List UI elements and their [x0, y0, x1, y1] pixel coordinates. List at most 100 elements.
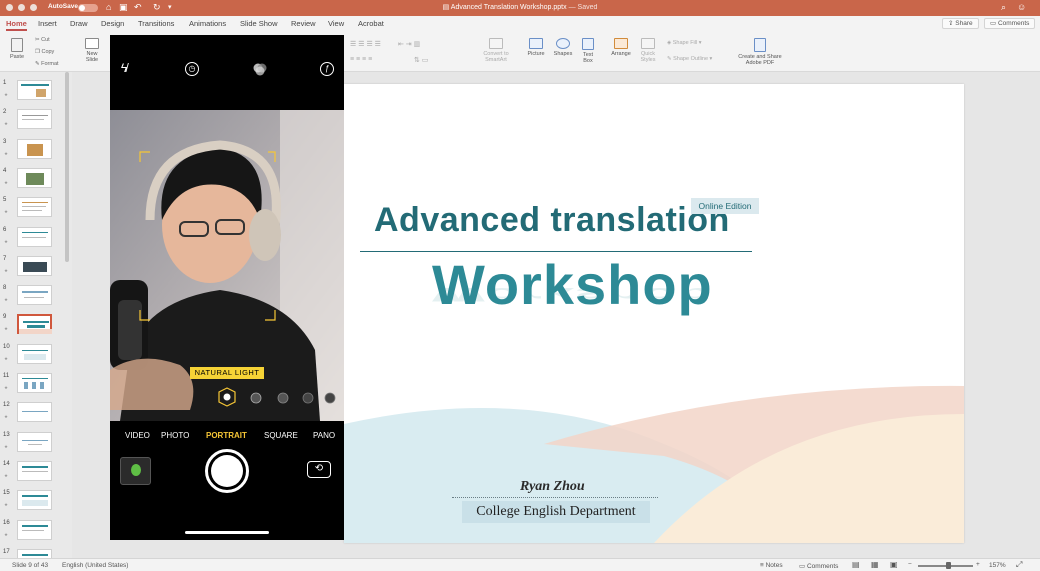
- shapes-button[interactable]: Shapes: [551, 38, 575, 57]
- share-button[interactable]: ⇪ Share: [942, 18, 979, 29]
- tab-insert[interactable]: Insert: [38, 19, 57, 28]
- create-share-pdf-button[interactable]: Create and Share Adobe PDF: [734, 38, 786, 66]
- current-slide[interactable]: Advanced translation Online Edition Work…: [344, 84, 964, 543]
- cut-button[interactable]: ✂ Cut: [35, 37, 50, 43]
- thumbnail-row[interactable]: 8 ★: [0, 285, 70, 314]
- slide-thumbnail[interactable]: [17, 402, 52, 423]
- slide-thumbnail[interactable]: [17, 314, 52, 335]
- slide-thumbnail[interactable]: [17, 167, 52, 188]
- slide-thumbnail[interactable]: [17, 373, 52, 393]
- mode-square[interactable]: SQUARE: [264, 431, 298, 440]
- thumbnail-scrollbar[interactable]: [65, 72, 69, 262]
- normal-view-icon[interactable]: ▤: [852, 560, 860, 569]
- thumbnail-row[interactable]: 16 ★: [0, 519, 70, 549]
- tab-transitions[interactable]: Transitions: [138, 19, 174, 28]
- last-photo-thumbnail[interactable]: [120, 457, 151, 485]
- tab-draw[interactable]: Draw: [70, 19, 88, 28]
- thumbnail-row[interactable]: 6 ★: [0, 226, 70, 256]
- zoom-level[interactable]: 157%: [989, 562, 1006, 569]
- thumbnail-row[interactable]: 11 ★: [0, 373, 70, 402]
- mode-photo[interactable]: PHOTO: [161, 431, 189, 440]
- flash-off-icon[interactable]: ϟ̸: [117, 60, 131, 76]
- search-icon[interactable]: ⌕: [1001, 2, 1006, 13]
- tab-home[interactable]: Home: [6, 19, 27, 31]
- tab-animations[interactable]: Animations: [189, 19, 226, 28]
- slide-thumbnail[interactable]: [17, 431, 52, 452]
- convert-smartart-button[interactable]: Convert to SmartArt: [480, 38, 512, 63]
- timer-icon[interactable]: ◷: [185, 62, 199, 76]
- mode-video[interactable]: VIDEO: [125, 431, 150, 440]
- zoom-slider-knob[interactable]: [946, 562, 951, 569]
- slide-thumbnail[interactable]: [17, 285, 52, 306]
- thumbnail-row[interactable]: 9 ★: [0, 314, 70, 343]
- paragraph-align-icons[interactable]: ≡ ≡ ≡ ≡: [350, 56, 372, 63]
- mode-portrait[interactable]: PORTRAIT: [206, 431, 247, 440]
- thumbnail-row[interactable]: 12 ★: [0, 402, 70, 431]
- slide-thumbnail[interactable]: [17, 548, 52, 558]
- fit-slide-icon[interactable]: ⤢: [1016, 560, 1022, 570]
- mode-pano[interactable]: PANO: [313, 431, 335, 440]
- zoom-in-icon[interactable]: +: [976, 561, 980, 568]
- thumbnail-row[interactable]: 4 ★: [0, 167, 70, 197]
- reading-view-icon[interactable]: ▣: [890, 560, 898, 569]
- arrange-button[interactable]: Arrange: [609, 38, 633, 57]
- slide-thumbnail[interactable]: [17, 519, 52, 540]
- flip-camera-icon[interactable]: ⟲: [307, 461, 331, 478]
- thumbnail-row[interactable]: 17★: [0, 548, 70, 558]
- zoom-out-icon[interactable]: −: [908, 561, 912, 568]
- tab-view[interactable]: View: [328, 19, 344, 28]
- slide-thumbnail-pane[interactable]: 1 ★ 2 ★ 3 ★ 4 ★ 5 ★ 6 ★ 7 ★ 8 ★ 9 ★ 10 ★ 11 ★ 12 ★ 13 ★ 14 ★ 15 ★ 16 ★ 1…: [0, 72, 70, 558]
- picture-button[interactable]: Picture: [525, 38, 547, 57]
- thumbnail-row[interactable]: 3 ★: [0, 138, 70, 168]
- thumbnail-row[interactable]: 10 ★: [0, 343, 70, 373]
- thumbnail-row[interactable]: 7 ★: [0, 255, 70, 285]
- slide-thumbnail[interactable]: [17, 255, 52, 276]
- slide-thumbnail[interactable]: [17, 109, 52, 130]
- language-status[interactable]: English (United States): [62, 562, 128, 569]
- status-comments-label: Comments: [806, 563, 839, 570]
- slide-thumbnail[interactable]: [17, 343, 52, 364]
- filters-icon[interactable]: [252, 62, 268, 80]
- comments-button[interactable]: ▭ Comments: [984, 18, 1036, 29]
- slide-thumbnail[interactable]: [17, 226, 52, 247]
- status-comments-button[interactable]: ▭ Comments: [799, 562, 838, 570]
- slide-sorter-icon[interactable]: ▦: [871, 560, 879, 569]
- window-title: ▤ Advanced Translation Workshop.pptx — S…: [0, 3, 1040, 11]
- indent-icons[interactable]: ⇤ ⇥ ▥: [398, 40, 420, 48]
- tab-design[interactable]: Design: [101, 19, 124, 28]
- author-name: Ryan Zhou: [520, 479, 585, 494]
- thumbnail-row[interactable]: 2 ★: [0, 109, 70, 138]
- new-slide-button[interactable]: New Slide: [80, 38, 104, 63]
- paste-button[interactable]: Paste: [6, 38, 28, 60]
- aperture-f-icon[interactable]: ƒ: [320, 62, 334, 76]
- shape-fill-button[interactable]: ◈ Shape Fill ▾: [667, 40, 702, 46]
- account-icon[interactable]: ☺: [1017, 2, 1026, 13]
- text-direction-icons[interactable]: ⇅ ▭: [414, 56, 428, 64]
- picture-label: Picture: [527, 51, 545, 57]
- shape-outline-button[interactable]: ✎ Shape Outline ▾: [667, 56, 712, 62]
- tab-acrobat[interactable]: Acrobat: [358, 19, 384, 28]
- thumbnail-row[interactable]: 13 ★: [0, 431, 70, 461]
- slide-thumbnail[interactable]: [17, 138, 52, 159]
- slide-thumbnail[interactable]: [17, 80, 52, 100]
- thumbnail-row[interactable]: 14 ★: [0, 460, 70, 490]
- thumbnail-row[interactable]: 15 ★: [0, 490, 70, 519]
- thumbnail-row[interactable]: 1 ★: [0, 80, 70, 109]
- text-box-button[interactable]: Text Box: [578, 38, 598, 64]
- tab-slide-show[interactable]: Slide Show: [240, 19, 278, 28]
- slide-thumbnail[interactable]: [17, 460, 52, 481]
- format-painter-button[interactable]: ✎ Format: [35, 61, 59, 67]
- notes-button[interactable]: ≡ Notes: [760, 562, 783, 569]
- align-text-icons[interactable]: ☰ ☰ ☰ ☰: [350, 40, 381, 48]
- saved-status: — Saved: [568, 4, 598, 11]
- slide-thumbnail[interactable]: [17, 490, 52, 511]
- copy-button[interactable]: ❐ Copy: [35, 49, 54, 55]
- slide-number: 10: [3, 343, 10, 350]
- quick-styles-button[interactable]: Quick Styles: [637, 38, 659, 63]
- slide-thumbnail[interactable]: [17, 197, 52, 218]
- tab-review[interactable]: Review: [291, 19, 316, 28]
- slide-number: 11: [3, 373, 10, 379]
- thumbnail-row[interactable]: 5 ★: [0, 197, 70, 226]
- shutter-button[interactable]: [205, 449, 249, 493]
- shape-outline-label: Shape Outline: [673, 56, 708, 62]
